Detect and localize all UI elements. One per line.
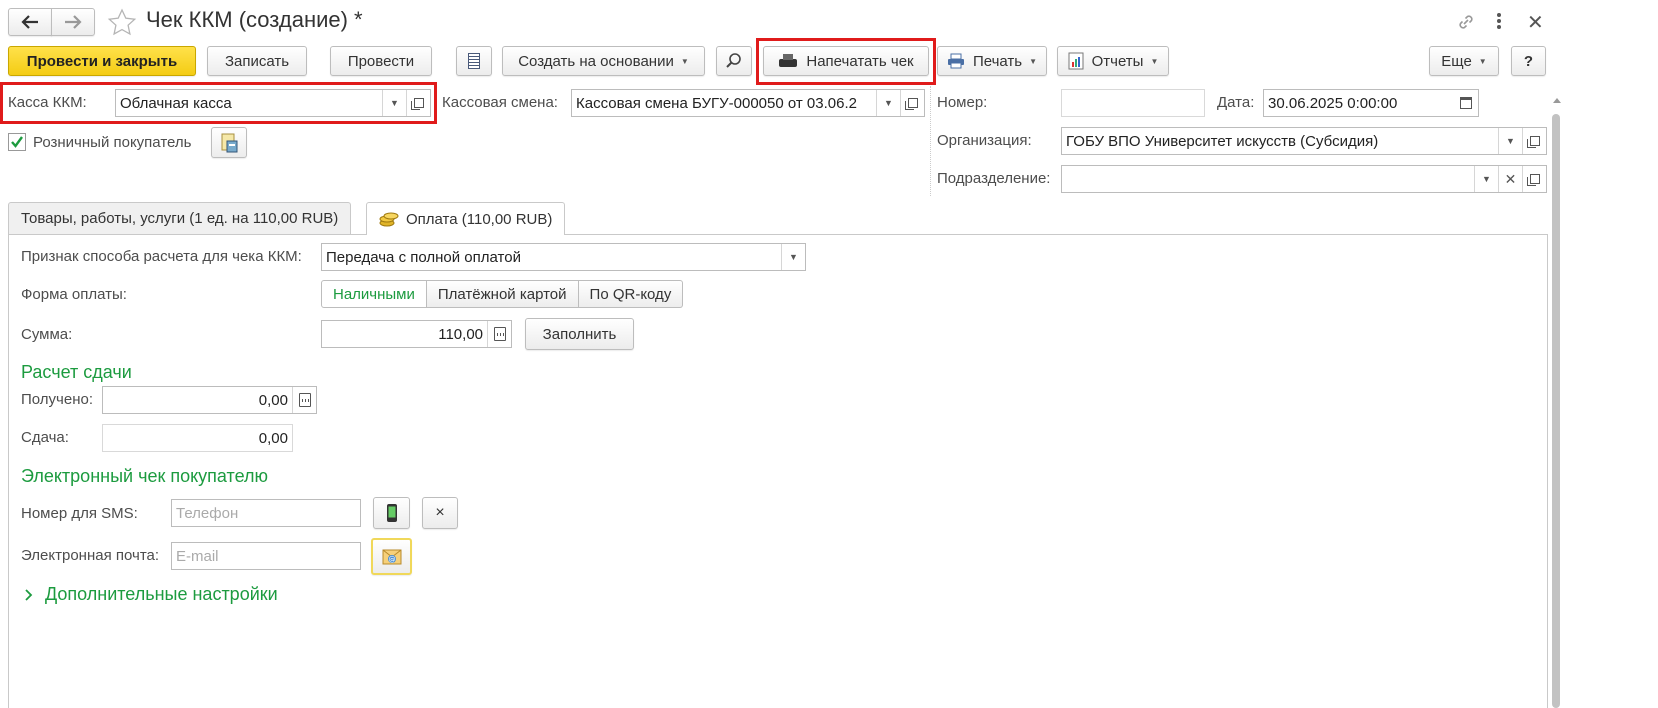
print-button[interactable]: Печать ▼ — [937, 46, 1047, 76]
chevron-down-icon[interactable]: ▼ — [1498, 128, 1522, 154]
close-icon[interactable]: ✕ — [1527, 10, 1544, 35]
email-field[interactable]: E-mail — [171, 542, 361, 570]
date-field[interactable]: 30.06.2025 0:00:00 — [1263, 89, 1479, 117]
arrow-right-icon — [65, 15, 82, 29]
open-icon[interactable] — [406, 90, 430, 116]
clear-icon[interactable]: ✕ — [1498, 166, 1522, 192]
org-label: Организация: — [937, 132, 1032, 149]
kkm-field[interactable]: Облачная касса ▼ — [115, 89, 431, 117]
chevron-down-icon[interactable]: ▼ — [1474, 166, 1498, 192]
tab-goods[interactable]: Товары, работы, услуги (1 ед. на 110,00 … — [8, 202, 352, 234]
search-button[interactable] — [716, 46, 752, 76]
header-divider — [930, 86, 931, 196]
chevron-right-icon — [25, 588, 33, 601]
form-label: Форма оплаты: — [21, 286, 127, 303]
chevron-down-icon: ▼ — [680, 56, 689, 66]
form-cash-option[interactable]: Наличными — [321, 280, 427, 308]
calculator-icon[interactable] — [292, 387, 316, 413]
page-title: Чек ККМ (создание) * — [146, 7, 363, 32]
star-icon[interactable] — [107, 8, 137, 40]
chevron-down-icon: ▼ — [1150, 56, 1159, 66]
envelope-at-icon: @ — [382, 549, 401, 564]
chevron-down-icon: ▼ — [1029, 56, 1038, 66]
receipt-printer-icon — [779, 54, 798, 67]
retail-buyer-info-button[interactable] — [211, 127, 247, 158]
number-field[interactable] — [1061, 89, 1205, 117]
back-button[interactable] — [8, 8, 52, 36]
reports-button[interactable]: Отчеты ▼ — [1057, 46, 1169, 76]
post-button[interactable]: Провести — [330, 46, 432, 76]
save-button[interactable]: Записать — [207, 46, 307, 76]
change-label: Сдача: — [21, 429, 69, 446]
link-icon[interactable] — [1455, 11, 1477, 37]
create-based-on-button[interactable]: Создать на основании ▼ — [502, 46, 705, 76]
send-sms-button[interactable] — [373, 497, 410, 529]
org-field[interactable]: ГОБУ ВПО Университет искусств (Субсидия)… — [1061, 127, 1547, 155]
method-label: Признак способа расчета для чека ККМ: — [21, 248, 302, 265]
open-icon[interactable] — [1522, 166, 1546, 192]
checkmark-icon — [11, 136, 23, 148]
document-icon — [221, 133, 238, 152]
more-button[interactable]: Еще ▼ — [1429, 46, 1499, 76]
help-button[interactable]: ? — [1511, 46, 1546, 76]
printer-icon — [947, 53, 964, 69]
forward-button[interactable] — [51, 8, 95, 36]
chevron-down-icon[interactable]: ▼ — [382, 90, 406, 116]
post-and-close-button[interactable]: Провести и закрыть — [8, 46, 196, 76]
date-label: Дата: — [1217, 94, 1255, 111]
calculator-icon[interactable] — [487, 321, 511, 347]
print-receipt-button[interactable]: Напечатать чек — [763, 46, 929, 76]
magnifier-icon — [726, 53, 741, 68]
scroll-up-icon[interactable] — [1553, 98, 1561, 103]
sms-label: Номер для SMS: — [21, 505, 138, 522]
arrow-left-icon — [21, 15, 38, 29]
report-icon — [1068, 52, 1084, 70]
calendar-icon[interactable] — [1454, 90, 1478, 116]
email-label: Электронная почта: — [21, 547, 160, 564]
shift-field[interactable]: Кассовая смена БУГУ-000050 от 03.06.2 ▼ — [571, 89, 925, 117]
form-card-option[interactable]: Платёжной картой — [426, 280, 579, 308]
retail-buyer-checkbox[interactable] — [8, 133, 26, 151]
change-section-title: Расчет сдачи — [21, 362, 132, 382]
kkm-label: Касса ККМ: — [8, 94, 87, 111]
retail-buyer-label: Розничный покупатель — [33, 134, 192, 151]
sum-field[interactable]: 110,00 — [321, 320, 512, 348]
document-list-button[interactable] — [456, 46, 492, 76]
scrollbar[interactable] — [1550, 96, 1564, 708]
clear-contacts-button[interactable]: × — [422, 497, 458, 529]
phone-icon — [386, 504, 397, 522]
change-field: 0,00 — [102, 424, 293, 452]
number-label: Номер: — [937, 94, 988, 111]
close-icon: × — [435, 504, 445, 521]
sum-label: Сумма: — [21, 326, 73, 343]
method-field[interactable]: Передача с полной оплатой ▼ — [321, 243, 806, 271]
sms-field[interactable]: Телефон — [171, 499, 361, 527]
chevron-down-icon: ▼ — [1478, 56, 1487, 66]
chevron-down-icon[interactable]: ▼ — [876, 90, 900, 116]
svg-text:@: @ — [388, 555, 395, 563]
open-icon[interactable] — [900, 90, 924, 116]
chevron-down-icon[interactable]: ▼ — [781, 244, 805, 270]
list-icon — [468, 53, 480, 69]
coins-icon — [379, 212, 399, 227]
send-email-button[interactable]: @ — [371, 538, 412, 575]
form-qr-option[interactable]: По QR-коду — [578, 280, 684, 308]
open-icon[interactable] — [1522, 128, 1546, 154]
ereceipt-section-title: Электронный чек покупателю — [21, 466, 268, 486]
scrollbar-thumb[interactable] — [1552, 114, 1560, 708]
fill-button[interactable]: Заполнить — [525, 318, 634, 350]
more-vert-icon[interactable] — [1497, 12, 1503, 29]
received-field[interactable]: 0,00 — [102, 386, 317, 414]
payment-form-selector: Наличными Платёжной картой По QR-коду — [321, 280, 684, 308]
tab-payment[interactable]: Оплата (110,00 RUB) — [366, 202, 566, 235]
received-label: Получено: — [21, 391, 93, 408]
shift-label: Кассовая смена: — [442, 94, 558, 111]
extra-settings-toggle[interactable]: Дополнительные настройки — [23, 584, 278, 605]
division-label: Подразделение: — [937, 170, 1051, 187]
division-field[interactable]: ▼ ✕ — [1061, 165, 1547, 193]
